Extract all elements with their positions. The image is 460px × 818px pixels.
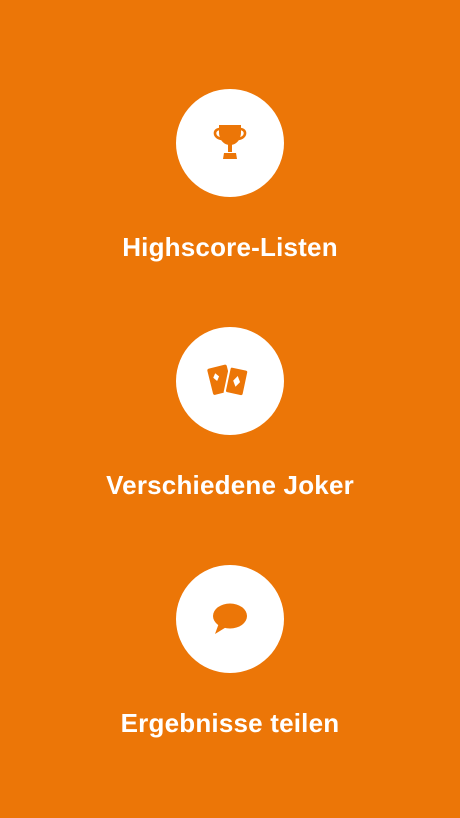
feature-highscore-lists: Highscore-Listen: [0, 89, 460, 267]
feature-jokers: Verschiedene Joker: [0, 327, 460, 505]
trophy-icon: [213, 125, 247, 159]
trophy-icon-circle: [176, 89, 284, 197]
feature-share-results: Ergebnisse teilen: [0, 565, 460, 743]
feature-label-jokers: Verschiedene Joker: [106, 470, 354, 500]
playing-cards-icon: [207, 364, 250, 398]
speech-bubble-icon-circle: [176, 565, 284, 673]
feature-label-share: Ergebnisse teilen: [120, 708, 340, 738]
feature-label-highscore: Highscore-Listen: [122, 232, 338, 262]
speech-bubble-icon: [213, 603, 247, 634]
playing-cards-icon-circle: [176, 327, 284, 435]
